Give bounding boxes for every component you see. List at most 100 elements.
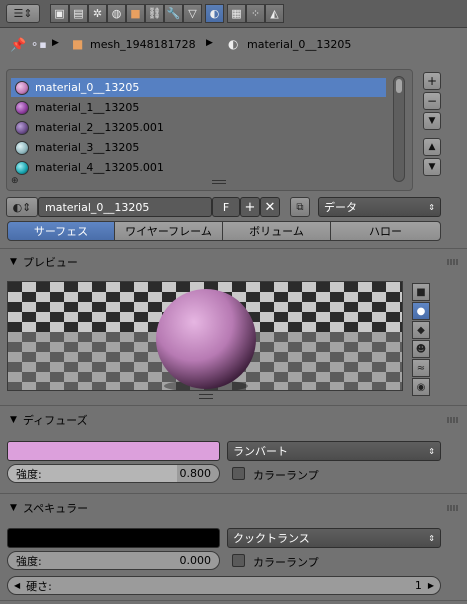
slider-label: 強度: [16,467,42,481]
pin-icon[interactable]: 📌 [10,38,26,53]
object-icon[interactable]: ■ [126,4,145,23]
diffuse-color-swatch[interactable] [7,441,220,461]
link-type-value: データ [324,201,357,214]
scene-icon[interactable]: ✲ [88,4,107,23]
specular-intensity-slider[interactable]: 強度: 0.000 [7,551,220,570]
specular-ramp-label: カラーランプ [253,556,319,569]
preview-monkey-button[interactable]: ☻ [412,340,430,358]
particles-icon[interactable]: ⁘ [246,4,265,23]
physics-icon[interactable]: ◭ [265,4,284,23]
specular-shader-dropdown[interactable]: クックトランス ⇕ [227,528,441,548]
preview-flat-button[interactable]: ■ [412,283,430,301]
slider-label: 硬さ: [26,579,52,593]
chevron-updown-icon: ⇕ [428,446,435,456]
render-layers-icon[interactable]: ▤ [69,4,88,23]
render-icon[interactable]: ▣ [50,4,69,23]
properties-header: ☰⇕ ▣ ▤ ✲ ◍ ■ ⛓ 🔧 ▽ ◐ ▦ ⁘ ◭ [0,0,467,28]
list-scrollbar[interactable] [393,76,405,182]
material-icon: ◐⇕ [12,200,32,214]
fake-user-button[interactable]: F [212,197,240,217]
world-icon[interactable]: ◍ [107,4,126,23]
slot-specials-button[interactable]: ▼ [423,112,441,130]
link-type-dropdown[interactable]: データ ⇕ [318,197,441,217]
material-sphere-icon [15,80,29,95]
node-toggle-button[interactable]: ⧉ [290,197,310,217]
sky-sphere-icon: ◉ [416,381,426,393]
list-item-label: material_2__13205.001 [35,121,164,134]
drag-handle-icon[interactable] [447,259,459,265]
modifiers-icon[interactable]: 🔧 [164,4,183,23]
collapse-triangle-icon: ▼ [10,503,17,513]
diffuse-shader-dropdown[interactable]: ランバート ⇕ [227,441,441,461]
remove-slot-button[interactable]: − [423,92,441,110]
diffuse-ramp-label: カラーランプ [253,469,319,482]
material-sphere-icon [15,140,29,155]
chevron-updown-icon: ⇕ [428,533,435,543]
panel-title: スペキュラー [22,502,89,515]
preview-cube-button[interactable]: ◆ [412,321,430,339]
divider [0,405,467,406]
material-sphere-icon [15,120,29,135]
specular-shader-value: クックトランス [233,532,310,545]
preview-hair-button[interactable]: ≈ [412,359,430,377]
list-resize-handle[interactable] [212,180,226,184]
texture-icon[interactable]: ▦ [227,4,246,23]
preview-panel-header[interactable]: ▼ プレビュー [0,251,467,273]
list-item[interactable]: material_1__13205 [11,98,386,117]
sphere-icon: ● [416,305,426,317]
preview-sky-button[interactable]: ◉ [412,378,430,396]
tab-volume[interactable]: ボリューム [222,221,331,241]
divider [0,248,467,249]
list-item[interactable]: material_2__13205.001 [11,118,386,137]
tab-surface[interactable]: サーフェス [7,221,115,241]
list-item-label: material_4__13205.001 [35,161,164,174]
material-browse-button[interactable]: ◐⇕ [6,197,38,217]
material-sphere-icon [15,160,29,175]
material-slot-list[interactable]: material_0__13205 material_1__13205 mate… [6,69,413,191]
specular-color-swatch[interactable] [7,528,220,548]
preview-sphere-button[interactable]: ● [412,302,430,320]
diffuse-panel-header[interactable]: ▼ ディフューズ [0,409,467,431]
tab-halo[interactable]: ハロー [330,221,441,241]
hair-icon: ≈ [416,362,426,374]
drag-handle-icon[interactable] [447,417,459,423]
list-item-label: material_1__13205 [35,101,140,114]
chevron-right-icon: ▶ [206,38,213,48]
list-filter-toggle[interactable]: ⊕ [11,176,19,186]
list-item[interactable]: material_4__13205.001 [11,158,386,177]
diffuse-ramp-checkbox[interactable] [232,467,245,480]
specular-panel-header[interactable]: ▼ スペキュラー [0,497,467,519]
new-material-button[interactable]: + [240,197,260,217]
add-slot-button[interactable]: + [423,72,441,90]
diffuse-shader-value: ランバート [233,445,288,458]
material-name-field[interactable]: material_0__13205 [38,197,212,217]
tab-wire[interactable]: ワイヤーフレーム [114,221,223,241]
nodes-icon: ⧉ [296,201,304,213]
move-slot-down-button[interactable]: ▼ [423,158,441,176]
plane-icon: ■ [416,286,426,298]
list-item-label: material_3__13205 [35,141,140,154]
hardness-slider[interactable]: ◀ 硬さ: 1 ▶ [7,576,441,595]
properties-editor-icon: ☰⇕ [13,7,33,20]
breadcrumb: 📌 ⚬▪ ▶ ■ mesh_1948181728 ▶ ◐ material_0_… [0,28,467,64]
panel-title: プレビュー [22,256,78,269]
list-item[interactable]: material_3__13205 [11,138,386,157]
slider-label: 強度: [16,554,42,568]
constraints-icon[interactable]: ⛓ [145,4,164,23]
unlink-material-button[interactable]: ✕ [260,197,280,217]
diffuse-intensity-slider[interactable]: 強度: 0.800 [7,464,220,483]
object-name: mesh_1948181728 [90,38,196,51]
drag-handle-icon[interactable] [447,505,459,511]
decrement-arrow-icon[interactable]: ◀ [14,581,20,590]
specular-ramp-checkbox[interactable] [232,554,245,567]
material-icon[interactable]: ◐ [205,4,224,23]
list-item[interactable]: material_0__13205 [11,78,386,97]
material-preview [7,281,403,391]
slider-value: 0.800 [179,467,212,480]
cube-icon: ◆ [417,324,425,336]
editor-type-button[interactable]: ☰⇕ [6,4,40,23]
object-data-icon[interactable]: ▽ [183,4,202,23]
preview-resize-handle[interactable] [199,394,213,399]
move-slot-up-button[interactable]: ▲ [423,138,441,156]
increment-arrow-icon[interactable]: ▶ [428,581,434,590]
